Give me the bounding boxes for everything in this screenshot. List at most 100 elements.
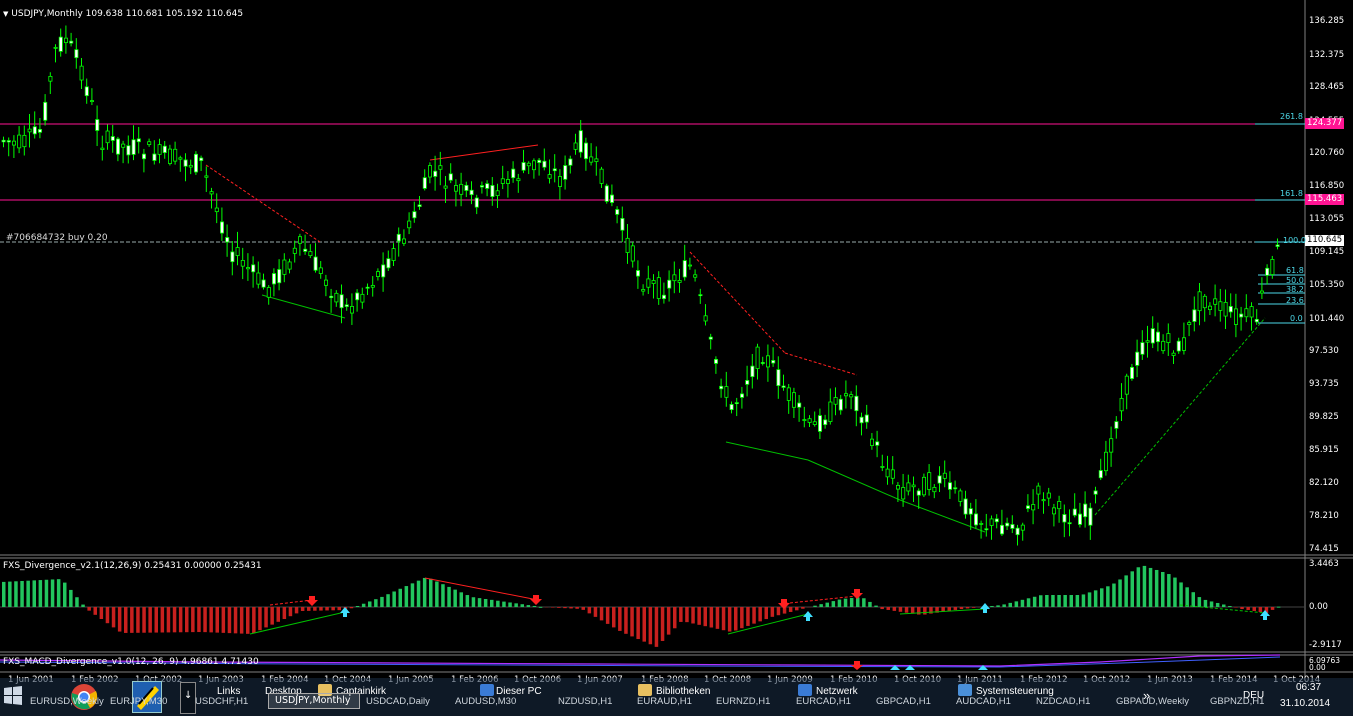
histogram-bar bbox=[654, 607, 659, 647]
candle-body bbox=[490, 185, 495, 197]
histogram-bar bbox=[32, 580, 36, 607]
candle-body bbox=[1104, 451, 1109, 472]
candle-body bbox=[391, 248, 396, 261]
candle-body bbox=[355, 292, 360, 301]
histogram-bar bbox=[191, 607, 195, 633]
candle-body bbox=[396, 233, 401, 242]
histogram-bar bbox=[209, 607, 213, 633]
histogram-bar bbox=[136, 607, 140, 633]
histogram-bar bbox=[1032, 596, 1037, 607]
clock-time[interactable]: 06:37 bbox=[1296, 682, 1321, 693]
candle-body bbox=[552, 168, 557, 172]
candle-body bbox=[1088, 507, 1093, 526]
histogram-bar bbox=[886, 607, 890, 610]
candle-body bbox=[90, 100, 95, 103]
candle-body bbox=[953, 487, 958, 490]
candle-body bbox=[833, 397, 838, 405]
candle-body bbox=[750, 365, 755, 378]
histogram-bar bbox=[947, 607, 951, 611]
histogram-bar bbox=[288, 607, 293, 617]
candle-body bbox=[599, 168, 604, 184]
chart-tab[interactable]: GBPAUD,Weekly bbox=[1116, 696, 1189, 707]
chart-tab[interactable]: EURUSD,Weekly bbox=[30, 696, 104, 707]
histogram-bar bbox=[307, 607, 311, 611]
candle-body bbox=[1234, 308, 1239, 325]
histogram-bar bbox=[14, 581, 18, 607]
candle-body bbox=[505, 179, 510, 184]
chart-tab[interactable]: GBPCAD,H1 bbox=[876, 696, 931, 707]
arrow-up-icon bbox=[803, 611, 813, 621]
histogram-bar bbox=[1069, 595, 1073, 607]
scroll-button[interactable]: ↓ bbox=[180, 682, 196, 714]
histogram-bar bbox=[849, 598, 854, 607]
histogram-bar bbox=[1002, 604, 1006, 607]
chart-tab[interactable]: USDCAD,Daily bbox=[366, 696, 430, 707]
candle-body bbox=[1135, 351, 1140, 366]
histogram-bar bbox=[740, 607, 744, 629]
chart-tab[interactable]: USDCHF,H1 bbox=[195, 696, 248, 707]
main-chart-panel[interactable] bbox=[0, 0, 1305, 555]
histogram-bar bbox=[856, 597, 860, 607]
candle-body bbox=[308, 251, 313, 257]
chart-tab[interactable]: AUDUSD,M30 bbox=[455, 696, 516, 707]
histogram-bar bbox=[1081, 594, 1086, 607]
order-label[interactable]: #706684732 buy 0.20 bbox=[6, 233, 108, 243]
histogram-bar bbox=[1063, 595, 1067, 607]
candle-body bbox=[1166, 333, 1171, 343]
candle-body bbox=[318, 267, 323, 274]
chart-tab[interactable]: NZDUSD,H1 bbox=[558, 696, 612, 707]
candle-body bbox=[199, 157, 204, 161]
histogram-bar bbox=[642, 607, 646, 642]
candle-body bbox=[131, 139, 136, 155]
candle-body bbox=[225, 237, 230, 243]
candle-body bbox=[105, 130, 110, 144]
candle-body bbox=[100, 147, 105, 150]
candle-body bbox=[147, 141, 152, 146]
candle-body bbox=[1015, 527, 1020, 536]
arrow-down-icon bbox=[306, 596, 318, 606]
chart-tab[interactable]: EURNZD,H1 bbox=[716, 696, 770, 707]
histogram-bar bbox=[105, 607, 110, 624]
candle-body bbox=[526, 162, 531, 167]
histogram-bar bbox=[734, 607, 738, 631]
chart-tab[interactable]: EURAUD,H1 bbox=[637, 696, 692, 707]
fib-161-price-box: 115.463 bbox=[1305, 194, 1345, 205]
candle-body bbox=[916, 490, 921, 496]
histogram-bar bbox=[685, 607, 689, 623]
candle-body bbox=[932, 487, 937, 493]
chart-tab[interactable]: EURJPY,M30 bbox=[110, 696, 167, 707]
chart-tab-active[interactable]: USDJPY,Monthly bbox=[268, 693, 360, 709]
candle-body bbox=[1083, 503, 1088, 518]
histogram-bar bbox=[63, 582, 67, 607]
chart-tab[interactable]: EURCAD,H1 bbox=[796, 696, 851, 707]
clock-date[interactable]: 31.10.2014 bbox=[1280, 698, 1330, 709]
candle-body bbox=[558, 176, 563, 187]
histogram-bar bbox=[508, 602, 512, 607]
candle-body bbox=[1005, 522, 1010, 527]
chart-canvas[interactable] bbox=[0, 0, 1353, 716]
histogram-bar bbox=[87, 607, 91, 611]
histogram-bar bbox=[1258, 607, 1263, 612]
chart-tab[interactable]: AUDCAD,H1 bbox=[956, 696, 1011, 707]
candle-body bbox=[256, 272, 261, 285]
fib-label: 23.6 bbox=[1286, 296, 1304, 305]
chart-menu-icon[interactable]: ▼ bbox=[3, 10, 8, 18]
chart-tab[interactable]: GBPNZD,H1 bbox=[1210, 696, 1264, 707]
histogram-bar bbox=[618, 607, 622, 631]
candle-body bbox=[32, 126, 37, 135]
histogram-bar bbox=[50, 579, 55, 607]
chart-tab[interactable]: NZDCAD,H1 bbox=[1036, 696, 1090, 707]
candle-body bbox=[516, 178, 521, 182]
candle-body bbox=[136, 138, 141, 143]
windows-logo-icon bbox=[4, 686, 22, 705]
histogram-bar bbox=[404, 586, 409, 607]
fib-label: 38.2 bbox=[1286, 285, 1304, 294]
candle-body bbox=[261, 279, 266, 288]
candle-body bbox=[459, 183, 464, 195]
histogram-group bbox=[2, 565, 1281, 647]
start-button[interactable] bbox=[2, 684, 24, 708]
candle-body bbox=[329, 295, 334, 299]
candle-body bbox=[464, 184, 469, 191]
candle-body bbox=[662, 294, 667, 300]
histogram-bar bbox=[1051, 595, 1055, 607]
